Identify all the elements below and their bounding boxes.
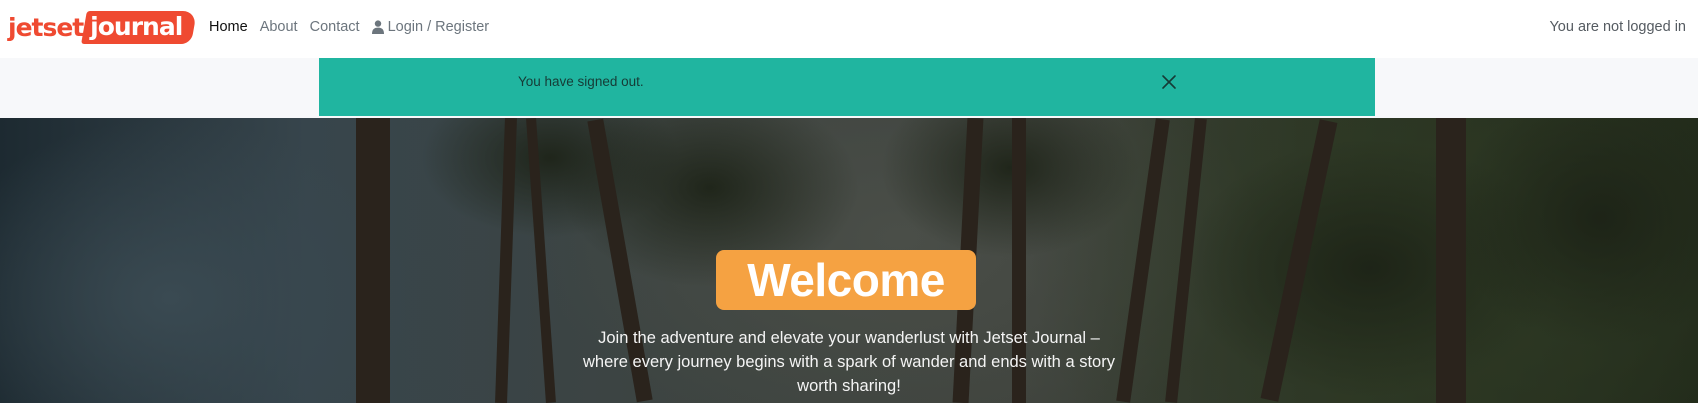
nav-link-home[interactable]: Home xyxy=(203,17,254,37)
login-status: You are not logged in xyxy=(1549,19,1686,35)
signout-alert: You have signed out. xyxy=(319,58,1375,116)
nav-link-contact[interactable]: Contact xyxy=(304,17,366,37)
alert-area: You have signed out. xyxy=(0,58,1698,118)
nav-link-about[interactable]: About xyxy=(254,17,304,37)
brand-logo[interactable]: jetset journal xyxy=(8,10,198,44)
close-icon[interactable] xyxy=(1159,72,1179,92)
nav-links: Home About Contact Login / Register xyxy=(203,17,495,37)
welcome-badge: Welcome xyxy=(716,250,976,310)
hero-tagline: Join the adventure and elevate your wand… xyxy=(583,329,1115,395)
brand-word-journal: journal xyxy=(90,11,183,41)
user-icon xyxy=(371,20,384,34)
brand-word-jetset: jetset xyxy=(8,12,84,42)
alert-message: You have signed out. xyxy=(518,74,644,89)
nav-link-login-register[interactable]: Login / Register xyxy=(366,17,496,37)
hero-title: Welcome xyxy=(747,254,945,306)
nav-link-login-label: Login / Register xyxy=(387,19,490,35)
navbar: jetset journal Home About Contact Login … xyxy=(0,0,1698,58)
brand-word-journal-box: journal xyxy=(81,10,198,44)
hero-section: Welcome Join the adventure and elevate y… xyxy=(0,118,1698,403)
